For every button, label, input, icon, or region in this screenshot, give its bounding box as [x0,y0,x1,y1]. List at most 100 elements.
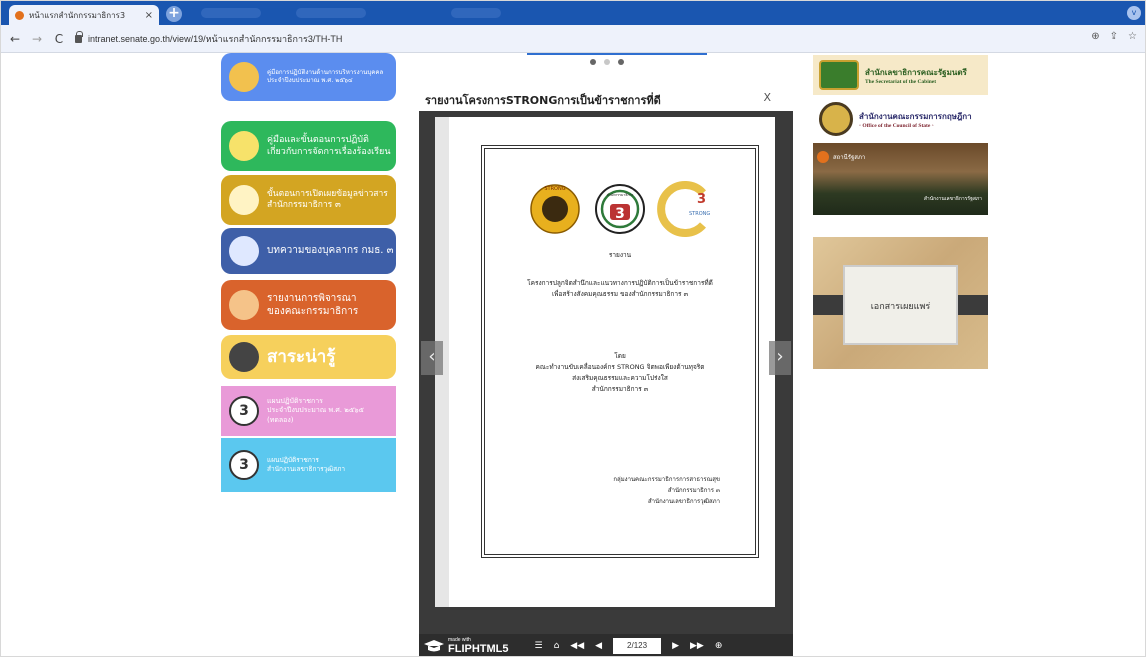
fliphtml5-brand[interactable]: made with FLIPHTML5 [423,637,509,655]
left-menu-item[interactable]: คู่มือการปฏิบัติงานด้านการบริหารงานบุคคล… [221,53,396,101]
parliament-banner[interactable]: สถานีรัฐสภา สำนักงานเลขาธิการรัฐสภา [813,143,988,215]
new-tab-button[interactable]: + [166,6,182,22]
last-page-icon[interactable]: ▶▶ [690,641,704,651]
carousel-progress [527,53,707,55]
left-menu-item[interactable]: สาระน่ารู้ [221,335,396,379]
cabinet-subtitle: The Secretariat of the Cabinet [865,78,937,85]
next-page-button[interactable]: › [769,341,791,375]
manual-icon [229,131,259,161]
strong-logo-label: STRONG [544,186,565,192]
3-icon: 3 [229,396,259,426]
publications-label: เอกสารเผยแพร่ [870,302,931,312]
address-toolbar: ← → C intranet.senate.go.th/view/19/หน้า… [1,25,1145,53]
left-menu-label: ขั้นตอนการเปิดเผยข้อมูลข่าวสาร สำนักกรรม… [267,188,388,210]
committee-logo-number: 3 [615,206,625,222]
left-menu-label: รายงานการพิจารณา ของคณะกรรมาธิการ [267,292,359,318]
cabinet-emblem-icon [819,60,859,90]
table-of-contents-icon[interactable]: ☰ [535,641,543,651]
logo-row: STRONG 3 สำนักกรรมาธิการ 3 STRONG [530,181,710,237]
doc-project-line: เพื่อสร้างสังคมคุณธรรม ของสำนักกรรมาธิกา… [551,290,689,298]
left-menu-label: แผนปฏิบัติราชการ สำนักงานเลขาธิการวุฒิสภ… [267,456,346,473]
committee-logo-label: สำนักกรรมาธิการ [607,193,634,197]
council-title: สำนักงานคณะกรรมการกฤษฎีกา [859,111,972,121]
strong-logo-icon: STRONG [530,184,580,234]
home-icon[interactable]: ⌂ [554,641,560,651]
books-icon [229,290,259,320]
browser-tab[interactable]: หน้าแรกสำนักกรรมาธิการ3 × [9,5,159,25]
doc-team-line: คณะทำงานขับเคลื่อนองค์กร STRONG จิตพอเพี… [535,363,705,371]
council-subtitle: ◦ Office of the Council of State ◦ [859,122,934,129]
left-menu-item[interactable]: ขั้นตอนการเปิดเผยข้อมูลข่าวสาร สำนักกรรม… [221,175,396,225]
share-icon[interactable]: ⇪ [1110,31,1118,42]
previous-page-icon[interactable]: ◀ [595,641,602,651]
document-modal: รายงานโครงการSTRONGการเป็นข้าราชการที่ดี… [407,53,801,656]
council-banner[interactable]: สำนักงานคณะกรรมการกฤษฎีกา ◦ Office of th… [813,99,988,139]
doc-signature-line: กลุ่มงานคณะกรรมาธิการการสาธารณสุข [613,476,720,483]
forward-arrow-icon[interactable]: → [29,32,45,46]
carousel-dot[interactable] [618,59,624,65]
address-bar[interactable]: intranet.senate.go.th/view/19/หน้าแรกสำน… [75,30,343,46]
next-page-icon[interactable]: ▶ [672,641,679,651]
bookmark-star-icon[interactable]: ☆ [1128,31,1137,42]
background-tab[interactable] [296,8,366,18]
doc-signature-line: สำนักงานเลขาธิการวุฒิสภา [647,498,720,505]
left-menu-label: คู่มือและขั้นตอนการปฏิบัติ เกี่ยวกับการจ… [267,134,391,157]
flipbook-toolbar: made with FLIPHTML5 ☰ ⌂ ◀◀ ◀ ▶ ▶▶ ⊕ [419,634,793,656]
left-menu-item[interactable]: 3 แผนปฏิบัติราชการ ประจำปีงบประมาณ พ.ศ. ๒… [221,386,396,436]
tab-close-icon[interactable]: × [145,10,153,21]
books-icon [229,62,259,92]
browser-window: หน้าแรกสำนักกรรมาธิการ3 × + v ← → C intr… [0,0,1146,657]
page-border: STRONG 3 สำนักกรรมาธิการ 3 STRONG รายงาน… [481,145,759,558]
prev-page-button[interactable]: ‹ [421,341,443,375]
doc-by: โดย [614,352,626,360]
parliament-subtitle: สำนักงานเลขาธิการรัฐสภา [923,196,982,202]
parliament-label: สถานีรัฐสภา [833,154,866,161]
modal-title: รายงานโครงการSTRONGการเป็นข้าราชการที่ดี [425,94,661,107]
left-menu-item[interactable]: 3 แผนปฏิบัติราชการ สำนักงานเลขาธิการวุฒิส… [221,438,396,492]
left-menu-label: คู่มือการปฏิบัติงานด้านการบริหารงานบุคคล… [267,68,384,84]
cabinet-banner[interactable]: สำนักเลขาธิการคณะรัฐมนตรี The Secretaria… [813,55,988,95]
book-page: STRONG 3 สำนักกรรมาธิการ 3 STRONG รายงาน… [435,117,775,607]
council-emblem-icon [819,102,853,136]
reload-icon[interactable]: C [51,32,67,46]
background-tab[interactable] [201,8,261,18]
background-tab[interactable] [451,8,501,18]
carousel-dot[interactable] [590,59,596,65]
left-menu-label: แผนปฏิบัติราชการ ประจำปีงบประมาณ พ.ศ. ๒๕… [267,396,364,424]
brand-text: FLIPHTML5 [448,642,509,655]
left-menu-item[interactable]: คู่มือและขั้นตอนการปฏิบัติ เกี่ยวกับการจ… [221,121,396,171]
left-menu-label: สาระน่ารู้ [267,346,336,367]
3-icon: 3 [229,450,259,480]
zoom-in-icon[interactable]: ⊕ [715,641,723,651]
doc-project-line: โครงการปลูกจิตสำนึกและแนวทางการปฏิบัติกา… [527,279,713,287]
bulb-icon [229,342,259,372]
url-text: intranet.senate.go.th/view/19/หน้าแรกสำน… [88,33,343,44]
c3-strong-logo-icon: 3 STRONG [657,181,710,237]
tab-title: หน้าแรกสำนักกรรมาธิการ3 [29,10,126,20]
cabinet-title: สำนักเลขาธิการคณะรัฐมนตรี [865,67,967,77]
zoom-icon[interactable]: ⊕ [1091,31,1099,42]
modal-close-button[interactable]: X [763,91,771,104]
left-menu-label: บทความของบุคลากร กมธ. ๓ [267,245,394,257]
site-favicon-icon [15,10,24,20]
tab-strip: หน้าแรกสำนักกรรมาธิการ3 × + v [1,1,1145,25]
lock-icon [75,30,83,43]
c3-logo-label: STRONG [689,211,710,217]
back-arrow-icon[interactable]: ← [7,32,23,46]
flipbook-viewer: STRONG 3 สำนักกรรมาธิการ 3 STRONG รายงาน… [419,111,793,656]
carousel-dot[interactable] [604,59,610,65]
carousel-dots [590,59,624,65]
graduation-cap-icon [424,640,444,652]
publications-card: เอกสารเผยแพร่ [843,265,958,345]
left-menu-item[interactable]: รายงานการพิจารณา ของคณะกรรมาธิการ [221,280,396,330]
tab-search-dropdown-icon[interactable]: v [1127,6,1141,20]
first-page-icon[interactable]: ◀◀ [570,641,584,651]
c3-logo-number: 3 [697,192,706,207]
committee-3-logo-icon: 3 สำนักกรรมาธิการ [595,184,645,234]
article-icon [229,236,259,266]
page-number-input[interactable] [613,638,662,654]
publications-banner[interactable]: เอกสารเผยแพร่ [813,237,988,369]
doc-team-line: ส่งเสริมคุณธรรมและความโปร่งใส [572,374,668,382]
left-menu-item[interactable]: บทความของบุคลากร กมธ. ๓ [221,228,396,274]
doc-heading: รายงาน [608,251,632,259]
